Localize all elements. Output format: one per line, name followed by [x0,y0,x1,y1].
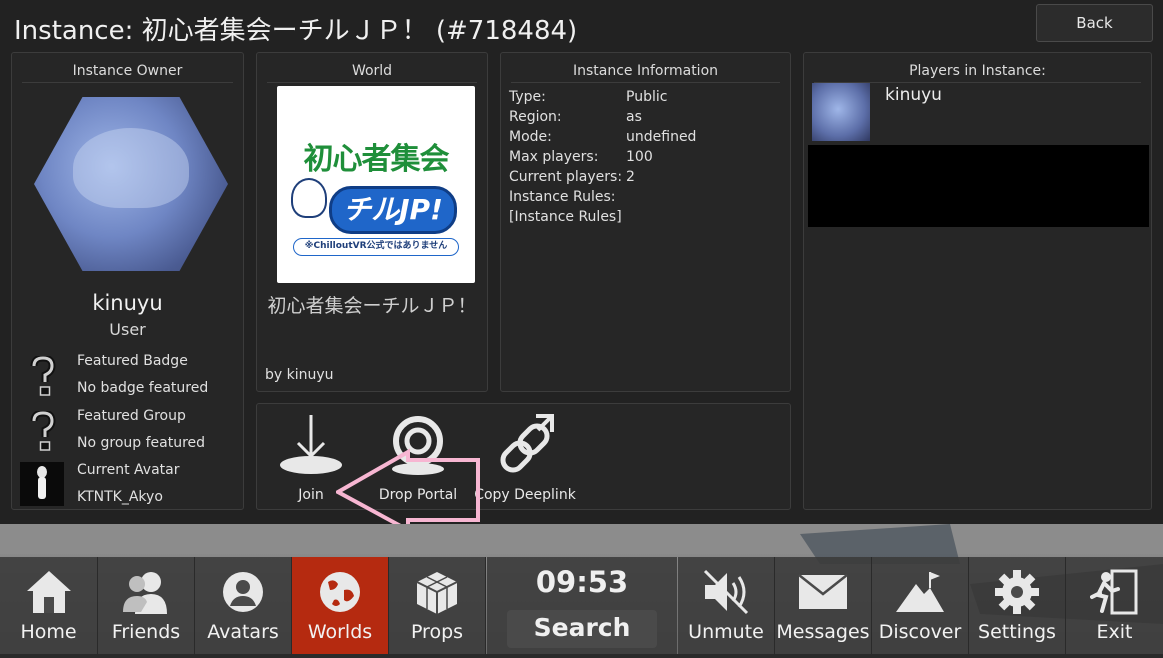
clock: 09:53 [535,565,629,599]
info-value: 100 [626,149,653,165]
owner-avatar[interactable] [34,97,228,271]
mountain-flag-icon [872,567,968,617]
muted-speaker-icon [678,567,774,617]
nav-home-label: Home [20,621,77,643]
info-value: undefined [626,129,697,145]
info-value: 2 [626,169,635,185]
world-thumbnail-note: ※ChilloutVR公式ではありません [293,238,459,256]
players-card: Players in Instance: kinuyu [803,52,1152,510]
info-key: Instance Rules: [509,189,616,205]
owner-name: kinuyu [92,291,163,315]
world-thumbnail-badge: チルJP! [329,186,457,234]
featured-badge-row: Featured Badge No badge featured [22,353,237,405]
avatar-icon [195,567,291,617]
exit-icon [1066,567,1163,617]
info-key: Max players: [509,149,599,165]
nav-unmute[interactable]: Unmute [678,557,775,654]
download-arrow-icon [256,410,366,480]
info-key: Current players: [509,169,623,185]
owner-card: Instance Owner kinuyu User Featured Badg… [11,52,244,510]
portal-icon [363,410,473,480]
info-key: Mode: [509,129,552,145]
featured-badge-label: Featured Badge [77,353,188,369]
instance-panel: Instance: 初心者集会ーチルＪＰ！ (#718484) Back Ins… [0,0,1163,524]
nav-messages[interactable]: Messages [775,557,872,654]
question-mark-icon [28,411,58,451]
world-thumbnail[interactable]: 初心者集会 チルJP! ※ChilloutVR公式ではありません [277,86,475,283]
bottom-nav-bar: Home Friends Avatars Worlds Props 09:53 … [0,557,1163,654]
owner-role: User [109,320,146,339]
nav-discover-label: Discover [878,621,962,643]
nav-worlds[interactable]: Worlds [292,557,389,654]
copy-deeplink-label: Copy Deeplink [474,487,576,503]
featured-group-label: Featured Group [77,408,186,424]
nav-settings[interactable]: Settings [969,557,1066,654]
nav-friends-label: Friends [111,621,181,643]
join-label: Join [298,487,324,503]
nav-unmute-label: Unmute [688,621,764,643]
players-section-title: Players in Instance: [814,61,1141,83]
drop-portal-label: Drop Portal [378,487,458,503]
nav-settings-label: Settings [978,621,1056,643]
player-name[interactable]: kinuyu [885,85,942,105]
nav-exit[interactable]: Exit [1066,557,1163,654]
featured-group-value: No group featured [77,435,206,451]
nav-discover[interactable]: Discover [872,557,969,654]
world-card: World 初心者集会 チルJP! ※ChilloutVR公式ではありません 初… [256,52,488,392]
search-button[interactable]: Search [507,610,657,648]
question-mark-icon [28,356,58,396]
player-avatar[interactable] [812,83,870,141]
home-icon [0,567,97,617]
world-name: 初心者集会ーチルＪＰ！ [267,295,477,317]
actions-card: Join Drop Portal Copy Deeplink [256,403,791,510]
info-value: Public [626,89,668,105]
globe-icon [292,567,388,617]
clock-panel: 09:53 Search [487,557,677,654]
nav-messages-label: Messages [776,621,870,643]
drop-portal-button[interactable]: Drop Portal [363,410,473,505]
nav-props-label: Props [410,621,464,643]
featured-badge-value: No badge featured [77,380,209,396]
current-avatar-row[interactable]: Current Avatar KTNTK_Akyo [20,462,237,514]
copy-deeplink-button[interactable]: Copy Deeplink [470,410,580,505]
instance-info-card: Instance Information Type: Public Region… [500,52,791,392]
gear-icon [969,567,1065,617]
current-avatar-value: KTNTK_Akyo [77,489,163,505]
nav-avatars-label: Avatars [207,621,279,643]
page-title: Instance: 初心者集会ーチルＪＰ！ (#718484) [14,16,578,46]
world-thumbnail-title: 初心者集会 [303,142,450,177]
featured-group-row: Featured Group No group featured [22,408,237,460]
nav-exit-label: Exit [1096,621,1133,643]
info-key: Type: [509,89,546,105]
instance-rules-text: [Instance Rules] [509,209,622,225]
info-key: Region: [509,109,562,125]
ghost-mascot-icon [291,178,327,218]
back-button[interactable]: Back [1036,4,1153,42]
envelope-icon [775,567,871,617]
nav-worlds-label: Worlds [307,621,373,643]
info-value: as [626,109,642,125]
cube-icon [389,567,485,617]
nav-friends[interactable]: Friends [98,557,195,654]
current-avatar-thumbnail[interactable] [20,462,64,506]
nav-avatars[interactable]: Avatars [195,557,292,654]
owner-section-title: Instance Owner [22,61,233,83]
join-button[interactable]: Join [256,410,366,505]
nav-props[interactable]: Props [389,557,486,654]
link-icon [470,410,580,480]
current-avatar-label: Current Avatar [77,462,180,478]
nav-home[interactable]: Home [0,557,98,654]
world-author: by kinuyu [265,367,334,383]
world-section-title: World [267,61,477,83]
player-list-placeholder [808,145,1149,227]
instance-info-title: Instance Information [511,61,780,83]
friends-icon [98,567,194,617]
